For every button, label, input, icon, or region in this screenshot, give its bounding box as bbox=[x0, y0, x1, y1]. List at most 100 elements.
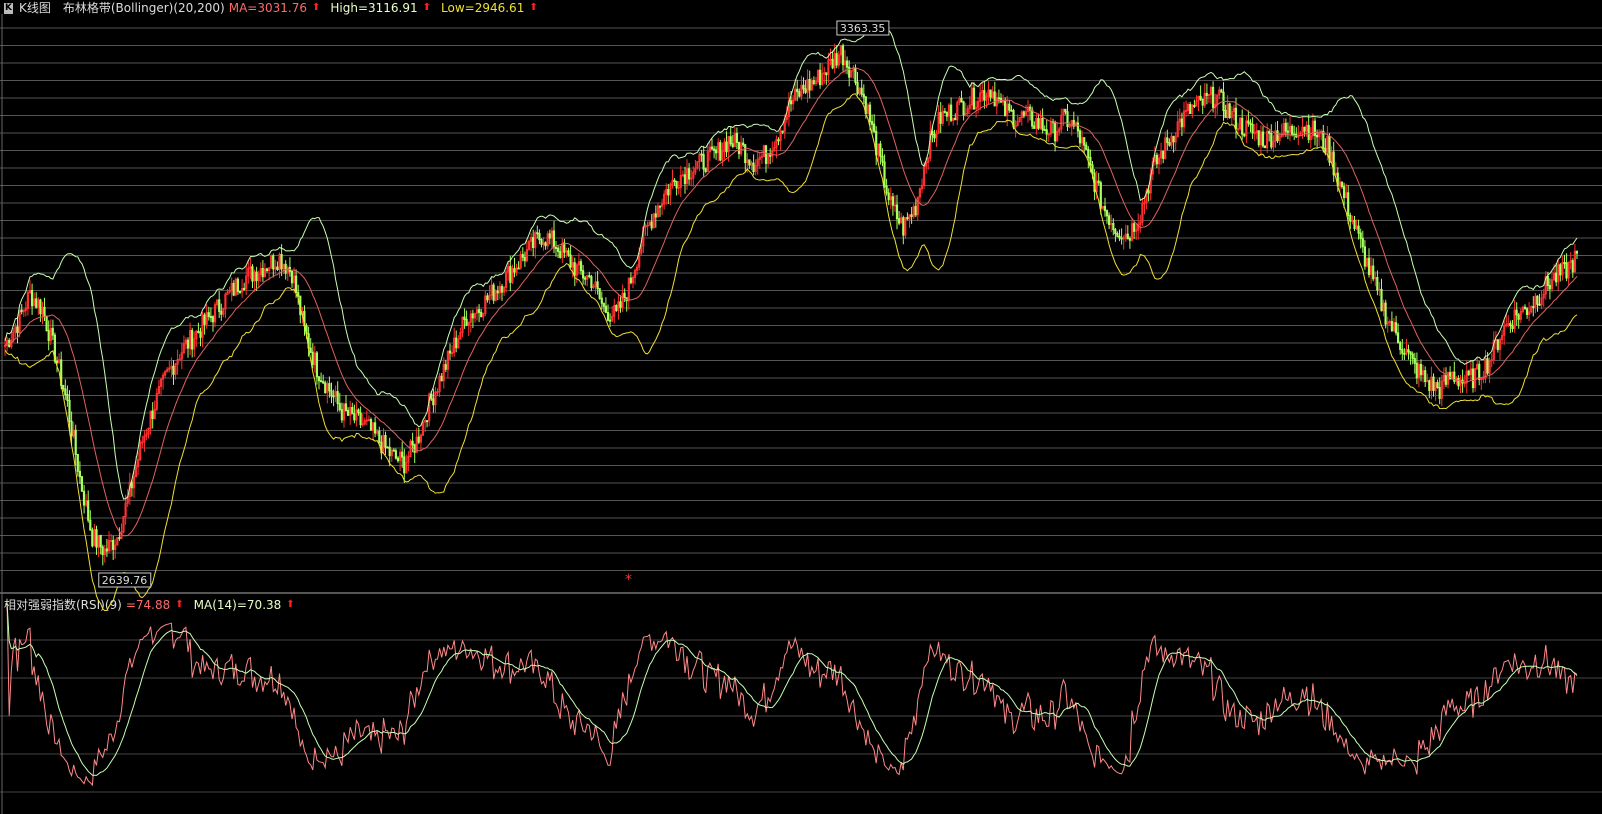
candle bbox=[199, 331, 202, 338]
candle bbox=[500, 286, 504, 293]
candle bbox=[78, 470, 82, 478]
candle bbox=[324, 382, 327, 393]
candle bbox=[764, 145, 768, 164]
candle bbox=[332, 395, 335, 398]
candle bbox=[413, 444, 416, 453]
candle bbox=[683, 174, 686, 185]
candle bbox=[1243, 133, 1246, 137]
candle bbox=[1199, 95, 1202, 100]
candle bbox=[1378, 288, 1381, 291]
min-price-label-text: 2639.76 bbox=[102, 574, 148, 587]
candle bbox=[1444, 374, 1448, 385]
candle bbox=[1413, 358, 1416, 364]
candle bbox=[1372, 265, 1375, 280]
candle bbox=[336, 391, 339, 405]
candle bbox=[573, 262, 576, 276]
candle bbox=[394, 450, 397, 459]
candle bbox=[290, 270, 294, 284]
candle bbox=[1343, 186, 1346, 198]
candle bbox=[1457, 378, 1460, 387]
candle bbox=[1010, 109, 1013, 112]
candle bbox=[232, 282, 235, 296]
candle bbox=[1407, 349, 1410, 353]
candle bbox=[1166, 137, 1169, 144]
candle bbox=[777, 139, 780, 142]
candle bbox=[879, 143, 882, 157]
candle bbox=[898, 218, 901, 224]
candle bbox=[532, 237, 535, 248]
candle bbox=[690, 177, 693, 180]
candle bbox=[1359, 232, 1362, 239]
candle bbox=[1291, 125, 1294, 135]
candle bbox=[1031, 109, 1034, 127]
candle bbox=[1045, 129, 1048, 135]
candle bbox=[1390, 321, 1394, 332]
candle bbox=[1419, 364, 1423, 376]
candle bbox=[353, 413, 356, 421]
candle bbox=[1349, 215, 1352, 222]
candle bbox=[567, 250, 570, 256]
candle bbox=[798, 91, 801, 97]
candle bbox=[89, 519, 92, 531]
candle bbox=[172, 365, 175, 375]
candle bbox=[320, 380, 323, 383]
candle bbox=[1303, 126, 1306, 132]
candle bbox=[823, 72, 826, 75]
candle bbox=[1261, 131, 1265, 147]
candle bbox=[436, 391, 439, 394]
candle bbox=[1515, 309, 1518, 316]
candle bbox=[1363, 246, 1367, 267]
candle bbox=[1087, 148, 1090, 158]
min-price-label: 2639.76 bbox=[98, 572, 152, 588]
candle bbox=[1118, 235, 1121, 239]
candle bbox=[1571, 260, 1574, 273]
candle bbox=[1403, 352, 1406, 355]
candle bbox=[411, 440, 414, 446]
candle bbox=[557, 247, 560, 252]
candle bbox=[960, 97, 963, 103]
candle bbox=[712, 148, 716, 151]
candle bbox=[66, 394, 69, 401]
candle bbox=[1105, 210, 1109, 217]
candle bbox=[950, 104, 953, 121]
candle bbox=[1351, 219, 1354, 222]
candle bbox=[455, 337, 458, 349]
candle bbox=[1548, 284, 1552, 290]
candle bbox=[1575, 250, 1579, 254]
candle bbox=[1357, 225, 1360, 234]
candle bbox=[569, 254, 572, 268]
candle bbox=[1509, 323, 1512, 327]
candle bbox=[191, 330, 194, 350]
candle bbox=[311, 351, 314, 366]
candle bbox=[207, 312, 210, 318]
candle bbox=[910, 214, 913, 218]
candle bbox=[1168, 142, 1171, 146]
chart-canvas[interactable]: 3363.35 2639.76 * bbox=[0, 0, 1602, 814]
candle bbox=[130, 481, 134, 489]
candle bbox=[681, 174, 684, 177]
candle bbox=[344, 403, 348, 411]
candle bbox=[211, 316, 215, 323]
candle bbox=[209, 316, 213, 318]
candle bbox=[1436, 382, 1439, 389]
candle bbox=[702, 154, 705, 170]
candle bbox=[1401, 348, 1404, 354]
candle bbox=[945, 111, 948, 117]
candle bbox=[388, 446, 391, 457]
candle bbox=[1043, 129, 1046, 132]
candle bbox=[1091, 164, 1094, 174]
candle bbox=[862, 93, 865, 98]
candle bbox=[559, 250, 562, 258]
candle bbox=[619, 301, 622, 308]
candle bbox=[588, 275, 591, 278]
candle bbox=[396, 457, 400, 462]
candle bbox=[1008, 103, 1011, 111]
candle bbox=[478, 309, 481, 313]
candle bbox=[1307, 124, 1310, 141]
candle bbox=[1147, 190, 1150, 194]
candle bbox=[602, 302, 605, 307]
candle bbox=[1284, 122, 1287, 132]
candle bbox=[1112, 223, 1115, 231]
candle bbox=[596, 281, 599, 290]
candle bbox=[74, 429, 77, 455]
